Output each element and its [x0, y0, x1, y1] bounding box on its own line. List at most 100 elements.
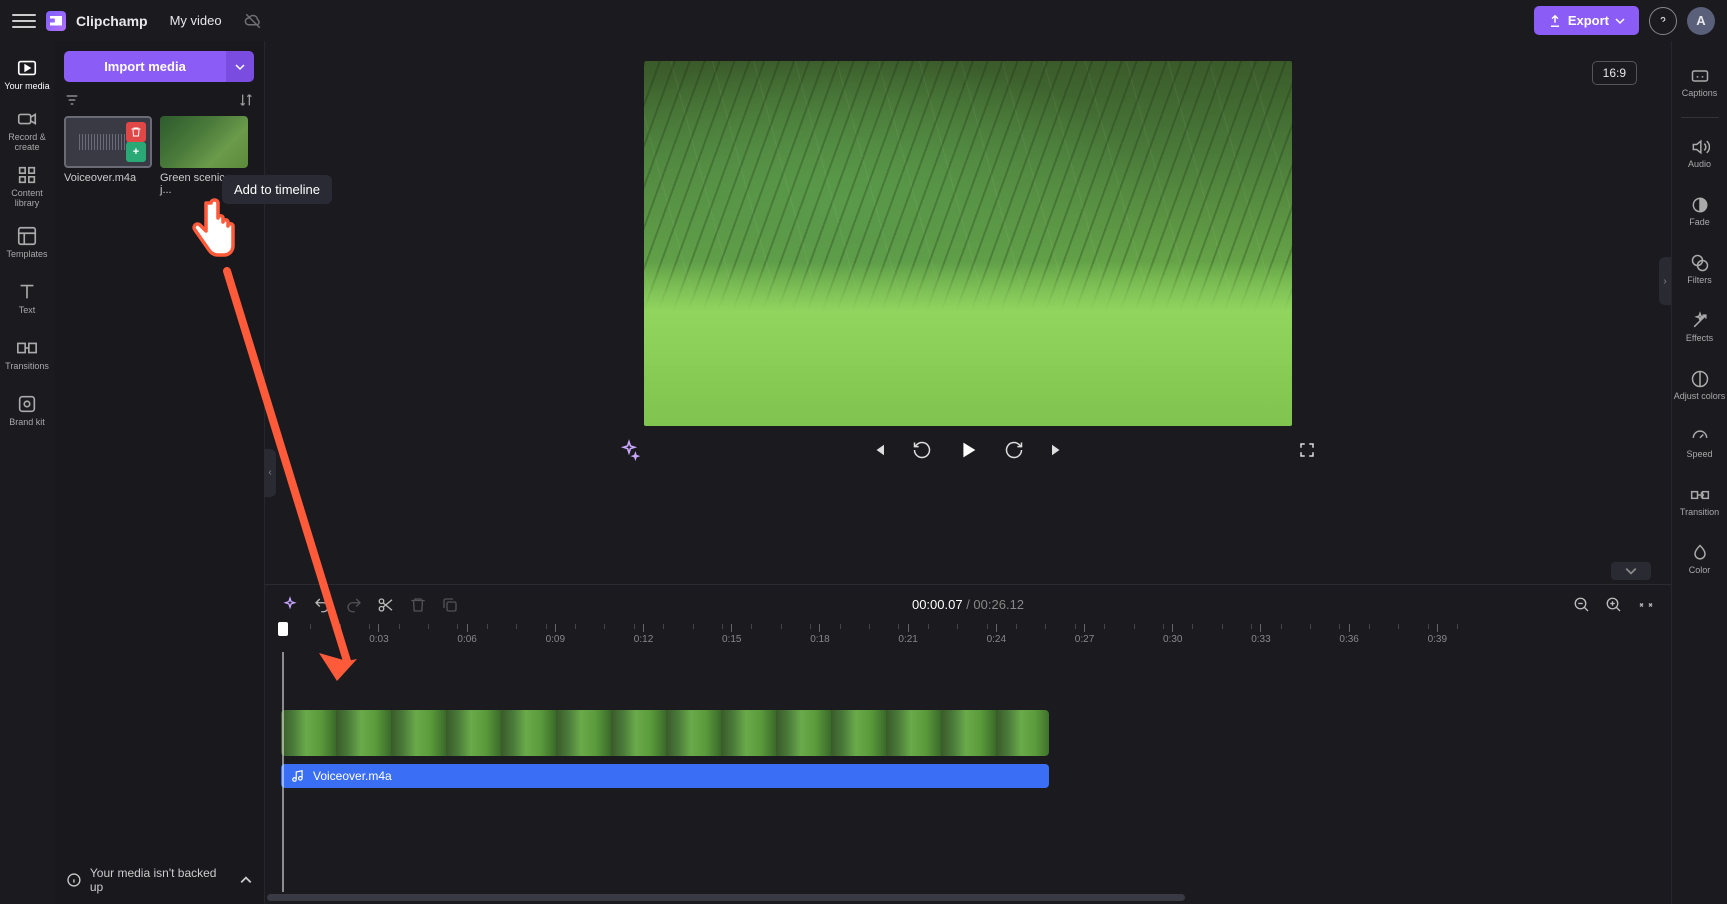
- help-button[interactable]: [1649, 7, 1677, 35]
- import-media-dropdown[interactable]: [226, 51, 254, 82]
- zoom-out-button[interactable]: [1573, 596, 1591, 614]
- scroll-thumb[interactable]: [267, 894, 1185, 901]
- playback-controls: [618, 426, 1318, 474]
- fade-icon: [1690, 195, 1710, 215]
- audio-clip-label: Voiceover.m4a: [313, 769, 392, 783]
- menu-button[interactable]: [12, 9, 36, 33]
- fit-timeline-button[interactable]: [1637, 596, 1655, 614]
- expand-timeline-button[interactable]: [1611, 562, 1651, 580]
- ruler-tick: 0:15: [722, 624, 741, 652]
- ruler-tick: 0:12: [634, 624, 653, 652]
- help-icon: [1656, 14, 1670, 28]
- import-media-button[interactable]: Import media: [64, 51, 226, 82]
- auto-enhance-button[interactable]: [281, 596, 299, 614]
- prop-captions[interactable]: Captions: [1674, 55, 1726, 109]
- prop-audio[interactable]: Audio: [1674, 126, 1726, 180]
- preview-canvas[interactable]: [644, 61, 1292, 426]
- collapse-right-panel-button[interactable]: ›: [1659, 257, 1671, 305]
- media-item-audio[interactable]: + Voiceover.m4a: [64, 116, 152, 196]
- timeline[interactable]: 0:030:060:090:120:150:180:210:240:270:30…: [265, 624, 1671, 904]
- nav-transitions[interactable]: Transitions: [2, 327, 52, 381]
- seek-end-icon: [1049, 441, 1067, 459]
- duplicate-button[interactable]: [441, 596, 459, 614]
- prop-label: Speed: [1686, 450, 1712, 459]
- ruler-tick: 0:18: [810, 624, 829, 652]
- nav-text[interactable]: Text: [2, 271, 52, 325]
- chevron-down-icon: [1625, 565, 1637, 577]
- timeline-tracks[interactable]: Voiceover.m4a: [265, 652, 1671, 892]
- timeline-scroll-x[interactable]: [265, 892, 1671, 904]
- nav-label: Brand kit: [9, 418, 45, 428]
- media-item-name: Voiceover.m4a: [64, 172, 152, 184]
- speed-icon: [1690, 427, 1710, 447]
- media-thumbnail: [160, 116, 248, 168]
- prop-transition[interactable]: Transition: [1674, 474, 1726, 528]
- library-icon: [16, 164, 38, 186]
- nav-brand-kit[interactable]: Brand kit: [2, 383, 52, 437]
- user-avatar[interactable]: A: [1687, 7, 1715, 35]
- filter-icon[interactable]: [64, 92, 80, 108]
- timeline-ruler[interactable]: 0:030:060:090:120:150:180:210:240:270:30…: [265, 624, 1671, 652]
- undo-button[interactable]: [313, 596, 331, 614]
- transitions-icon: [16, 337, 38, 359]
- ruler-tick: 0:03: [369, 624, 388, 652]
- audio-clip[interactable]: Voiceover.m4a: [281, 764, 1049, 788]
- ruler-tick: 0:27: [1075, 624, 1094, 652]
- chevron-up-icon: [240, 874, 252, 886]
- prop-adjust-colors[interactable]: Adjust colors: [1674, 358, 1726, 412]
- seek-start-button[interactable]: [867, 439, 889, 461]
- prop-color[interactable]: Color: [1674, 532, 1726, 586]
- left-nav: Your media Record & create Content libra…: [0, 41, 54, 904]
- ai-enhance-button[interactable]: [618, 439, 640, 461]
- nav-templates[interactable]: Templates: [2, 215, 52, 269]
- prop-fade[interactable]: Fade: [1674, 184, 1726, 238]
- prop-label: Captions: [1682, 89, 1718, 98]
- transition-icon: [1690, 485, 1710, 505]
- export-label: Export: [1568, 13, 1609, 28]
- ruler-tick: 0:39: [1428, 624, 1447, 652]
- audio-icon: [1690, 137, 1710, 157]
- prop-label: Adjust colors: [1674, 392, 1726, 401]
- prop-effects[interactable]: Effects: [1674, 300, 1726, 354]
- project-name[interactable]: My video: [158, 9, 234, 32]
- timeline-toolbar: 00:00.07 / 00:26.12: [265, 584, 1671, 624]
- tooltip-add-to-timeline: Add to timeline: [222, 175, 332, 204]
- backup-status-bar[interactable]: Your media isn't backed up: [54, 856, 264, 904]
- effects-icon: [1690, 311, 1710, 331]
- delete-media-button[interactable]: [126, 122, 146, 142]
- prop-label: Fade: [1689, 218, 1710, 227]
- duration: 00:26.12: [973, 597, 1024, 612]
- add-to-timeline-button[interactable]: +: [126, 142, 146, 162]
- rewind-icon: [912, 440, 932, 460]
- brand-name: Clipchamp: [76, 13, 148, 29]
- forward-icon: [1004, 440, 1024, 460]
- seek-end-button[interactable]: [1047, 439, 1069, 461]
- sort-icon[interactable]: [238, 92, 254, 108]
- collapse-media-panel-button[interactable]: ‹: [264, 449, 276, 497]
- adjust-icon: [1690, 369, 1710, 389]
- fullscreen-button[interactable]: [1296, 439, 1318, 461]
- ruler-tick: 0:24: [987, 624, 1006, 652]
- prop-label: Transition: [1680, 508, 1719, 517]
- video-clip[interactable]: [281, 710, 1049, 756]
- ruler-tick: 0:21: [898, 624, 917, 652]
- nav-label: Record & create: [8, 133, 46, 153]
- forward-button[interactable]: [1003, 439, 1025, 461]
- playhead-handle[interactable]: [278, 622, 288, 636]
- zoom-in-button[interactable]: [1605, 596, 1623, 614]
- redo-button[interactable]: [345, 596, 363, 614]
- prop-speed[interactable]: Speed: [1674, 416, 1726, 470]
- nav-content-library[interactable]: Content library: [2, 159, 52, 213]
- split-button[interactable]: [377, 596, 395, 614]
- playhead-line: [283, 652, 284, 892]
- play-button[interactable]: [955, 437, 981, 463]
- nav-record-create[interactable]: Record & create: [2, 103, 52, 157]
- delete-button[interactable]: [409, 596, 427, 614]
- nav-your-media[interactable]: Your media: [2, 47, 52, 101]
- ruler-tick: 0:36: [1339, 624, 1358, 652]
- templates-icon: [16, 225, 38, 247]
- aspect-ratio-button[interactable]: 16:9: [1592, 61, 1637, 85]
- export-button[interactable]: Export: [1534, 6, 1639, 35]
- prop-filters[interactable]: Filters: [1674, 242, 1726, 296]
- rewind-button[interactable]: [911, 439, 933, 461]
